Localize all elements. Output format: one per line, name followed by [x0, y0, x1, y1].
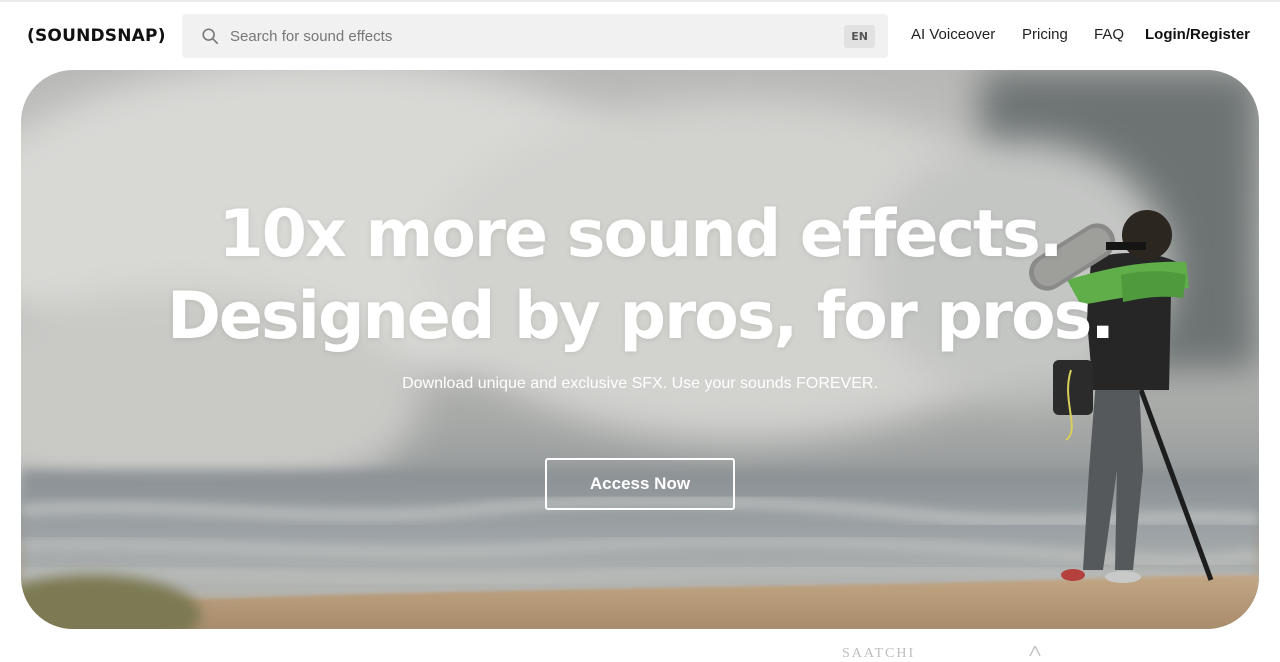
partner-logo-mark-icon [1029, 646, 1041, 656]
partner-logos: SAATCHI [0, 630, 1280, 661]
language-selector[interactable]: EN [844, 25, 875, 48]
nav-faq[interactable]: FAQ [1094, 26, 1124, 43]
nav-login-register[interactable]: Login/Register [1145, 26, 1250, 43]
nav-pricing[interactable]: Pricing [1022, 26, 1068, 43]
search-bar[interactable]: EN [182, 14, 888, 58]
nav-ai-voiceover[interactable]: AI Voiceover [911, 26, 995, 43]
hero-headline-line-1: 10x more sound effects. [218, 197, 1064, 272]
search-icon [202, 28, 219, 45]
partner-logo-saatchi: SAATCHI [842, 646, 916, 661]
hero-headline-line-2: Designed by pros, for pros. [166, 279, 1115, 354]
site-header: (SOUNDSNAP) EN AI Voiceover Pricing FAQ … [0, 2, 1280, 68]
hero-banner: 10x more sound effects. Designed by pros… [21, 70, 1259, 629]
soundsnap-logo[interactable]: (SOUNDSNAP) [27, 26, 166, 46]
hero-subheadline: Download unique and exclusive SFX. Use y… [402, 375, 878, 392]
access-now-button[interactable]: Access Now [545, 458, 735, 510]
search-input[interactable] [228, 14, 828, 58]
hero-headline: 10x more sound effects. Designed by pros… [21, 194, 1259, 358]
